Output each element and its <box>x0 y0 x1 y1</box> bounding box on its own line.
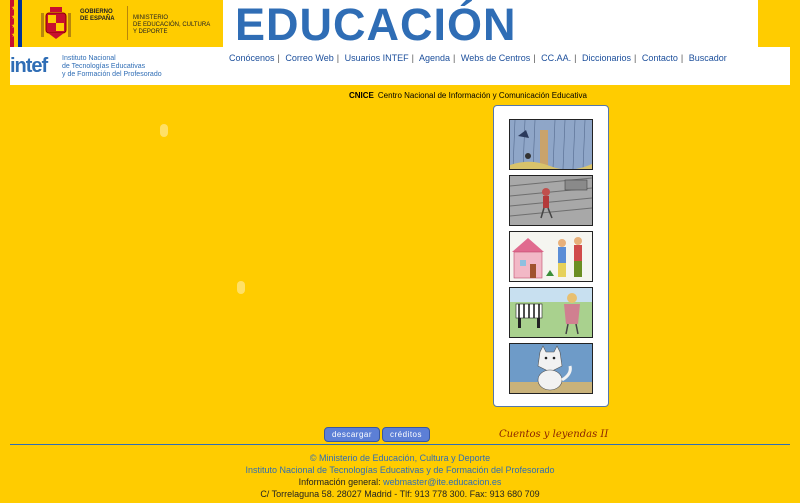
banner-title: EDUCACIÓN <box>235 0 517 50</box>
info-line: Información general: webmaster@ite.educa… <box>0 476 800 488</box>
nav-link-correo-web[interactable]: Correo Web <box>285 53 333 63</box>
institute-line: Instituto Nacional de Tecnologías Educat… <box>245 465 555 475</box>
nav-link-ccaa[interactable]: CC.AA. <box>541 53 571 63</box>
divider <box>127 6 128 40</box>
nav-link-buscador[interactable]: Buscador <box>689 53 727 63</box>
top-navigation: Conócenos | Correo Web | Usuarios INTEF | A… <box>229 53 727 63</box>
nav-link-usuarios-intef[interactable]: Usuarios INTEF <box>345 53 409 63</box>
nav-link-agenda[interactable]: Agenda <box>419 53 450 63</box>
address-line: C/ Torrelaguna 58. 28027 Madrid - Tlf: 9… <box>260 489 540 499</box>
nav-link-contacto[interactable]: Contacto <box>642 53 678 63</box>
coat-of-arms-icon <box>41 7 71 39</box>
story-thumbnail-3[interactable] <box>509 231 593 282</box>
cnice-abbr: CNICE <box>349 91 374 100</box>
stories-panel <box>493 105 609 407</box>
site-header: ★ ★ ★ ★ GOBIERNO DE ESPAÑA MINISTERIO DE ED… <box>0 0 800 50</box>
site-footer: © Ministerio de Educación, Cultura y Dep… <box>0 452 800 500</box>
government-label: GOBIERNO DE ESPAÑA <box>80 9 115 22</box>
nav-link-webs-de-centros[interactable]: Webs de Centros <box>461 53 530 63</box>
intef-logo[interactable]: intef <box>10 55 48 78</box>
ministry-label: MINISTERIO DE EDUCACIÓN, CULTURA Y DEPOR… <box>133 15 211 35</box>
government-logo-block[interactable]: ★ ★ ★ ★ GOBIERNO DE ESPAÑA MINISTERIO DE ED… <box>10 0 223 47</box>
nav-row: intef Instituto Nacional de Tecnologías … <box>10 47 790 85</box>
footer-divider <box>10 444 790 445</box>
story-thumbnail-1[interactable] <box>509 119 593 170</box>
education-banner[interactable]: EDUCACIÓN <box>223 0 790 50</box>
story-thumbnail-2[interactable] <box>509 175 593 226</box>
info-label: Información general: <box>298 477 384 487</box>
webmaster-email-link[interactable]: webmaster@ite.educacion.es <box>383 477 501 487</box>
nav-link-conocenos[interactable]: Conócenos <box>229 53 275 63</box>
story-thumbnail-5[interactable] <box>509 343 593 394</box>
cnice-heading: CNICE Centro Nacional de Información y Co… <box>349 91 587 100</box>
banner-edge <box>758 0 790 47</box>
download-button[interactable]: descargar <box>324 427 380 442</box>
decorative-blob <box>160 124 168 137</box>
cnice-full-name: Centro Nacional de Información y Comunic… <box>377 91 587 100</box>
eu-stars-icon: ★ ★ ★ ★ <box>11 5 18 39</box>
intef-name: Instituto Nacional de Tecnologías Educat… <box>62 55 162 78</box>
copyright-line: © Ministerio de Educación, Cultura y Dep… <box>309 453 491 463</box>
nav-link-diccionarios[interactable]: Diccionarios <box>582 53 631 63</box>
decorative-blob <box>237 281 245 294</box>
series-title: Cuentos y leyendas II <box>499 429 609 440</box>
credits-button[interactable]: créditos <box>382 427 430 442</box>
story-thumbnail-4[interactable] <box>509 287 593 338</box>
